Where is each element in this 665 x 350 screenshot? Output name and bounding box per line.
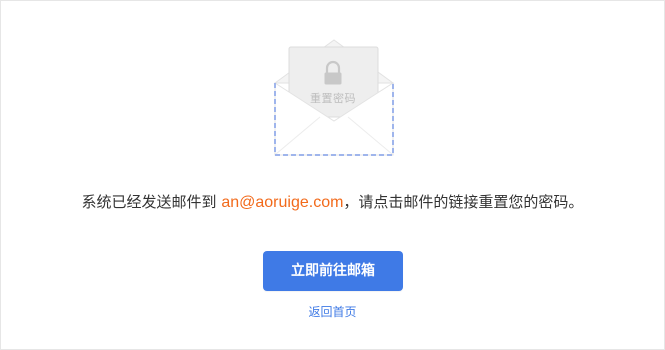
sent-message: 系统已经发送邮件到 an@aoruige.com，请点击邮件的链接重置您的密码。 bbox=[1, 191, 664, 212]
message-suffix: ，请点击邮件的链接重置您的密码。 bbox=[343, 193, 584, 211]
go-to-mailbox-button[interactable]: 立即前往邮箱 bbox=[263, 251, 403, 291]
back-home-link[interactable]: 返回首页 bbox=[1, 303, 664, 320]
message-prefix: 系统已经发送邮件到 bbox=[81, 193, 222, 211]
reset-password-panel: 重置密码 系统已经发送邮件到 an@aoruige.com，请点击邮件的链接重置… bbox=[0, 0, 665, 350]
letter-label: 重置密码 bbox=[310, 92, 356, 105]
email-address: an@aoruige.com bbox=[221, 194, 344, 211]
